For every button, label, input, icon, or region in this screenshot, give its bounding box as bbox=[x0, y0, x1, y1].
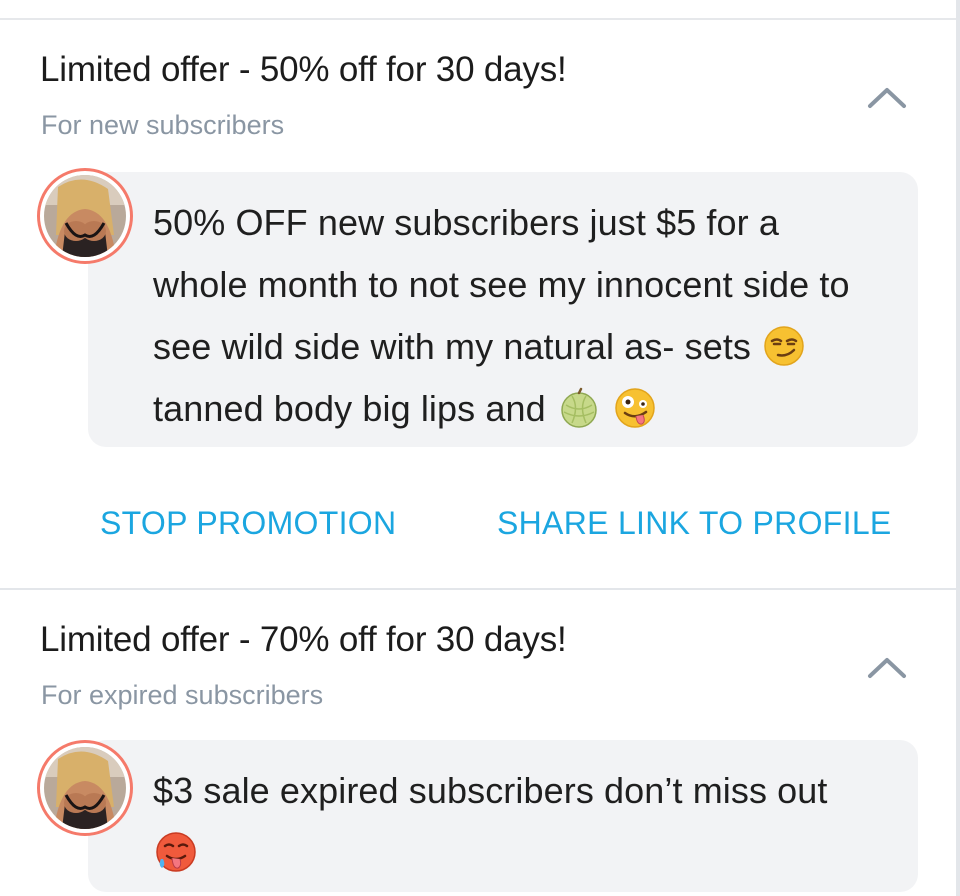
promotion-card: Limited offer - 50% off for 30 days! For… bbox=[0, 20, 956, 588]
smirking-face-emoji bbox=[763, 325, 805, 367]
promotion-title: Limited offer - 70% off for 30 days! bbox=[40, 620, 567, 659]
melon-emoji bbox=[558, 387, 600, 429]
collapse-button[interactable] bbox=[864, 648, 910, 688]
promotion-subtitle: For new subscribers bbox=[41, 110, 285, 140]
chevron-up-icon bbox=[868, 658, 906, 678]
promotion-subtitle: For expired subscribers bbox=[41, 680, 324, 710]
promotion-card: Limited offer - 70% off for 30 days! For… bbox=[0, 590, 956, 896]
promotion-message: $3 sale expired subscribers don’t miss o… bbox=[153, 760, 878, 884]
zany-face-emoji bbox=[614, 387, 656, 429]
share-link-to-profile-button[interactable]: SHARE LINK TO PROFILE bbox=[497, 505, 892, 542]
promotion-message-bubble: $3 sale expired subscribers don’t miss o… bbox=[88, 740, 918, 892]
message-text-continued: tanned body big lips and bbox=[153, 388, 546, 429]
promotions-page: Limited offer - 50% off for 30 days! For… bbox=[0, 0, 960, 896]
message-text: 50% OFF new subscribers just $5 for a wh… bbox=[153, 202, 850, 367]
promotion-message-bubble: 50% OFF new subscribers just $5 for a wh… bbox=[88, 172, 918, 447]
promotion-title: Limited offer - 50% off for 30 days! bbox=[40, 50, 567, 89]
message-text: $3 sale expired subscribers don’t miss o… bbox=[153, 770, 828, 811]
scroll-edge bbox=[956, 0, 960, 896]
promotion-message: 50% OFF new subscribers just $5 for a wh… bbox=[153, 192, 878, 440]
avatar[interactable] bbox=[37, 168, 133, 264]
collapse-button[interactable] bbox=[864, 78, 910, 118]
avatar[interactable] bbox=[37, 740, 133, 836]
promotion-actions: STOP PROMOTION SHARE LINK TO PROFILE bbox=[0, 505, 956, 555]
chevron-up-icon bbox=[868, 88, 906, 108]
hot-face-emoji bbox=[155, 831, 197, 873]
stop-promotion-button[interactable]: STOP PROMOTION bbox=[100, 505, 396, 542]
